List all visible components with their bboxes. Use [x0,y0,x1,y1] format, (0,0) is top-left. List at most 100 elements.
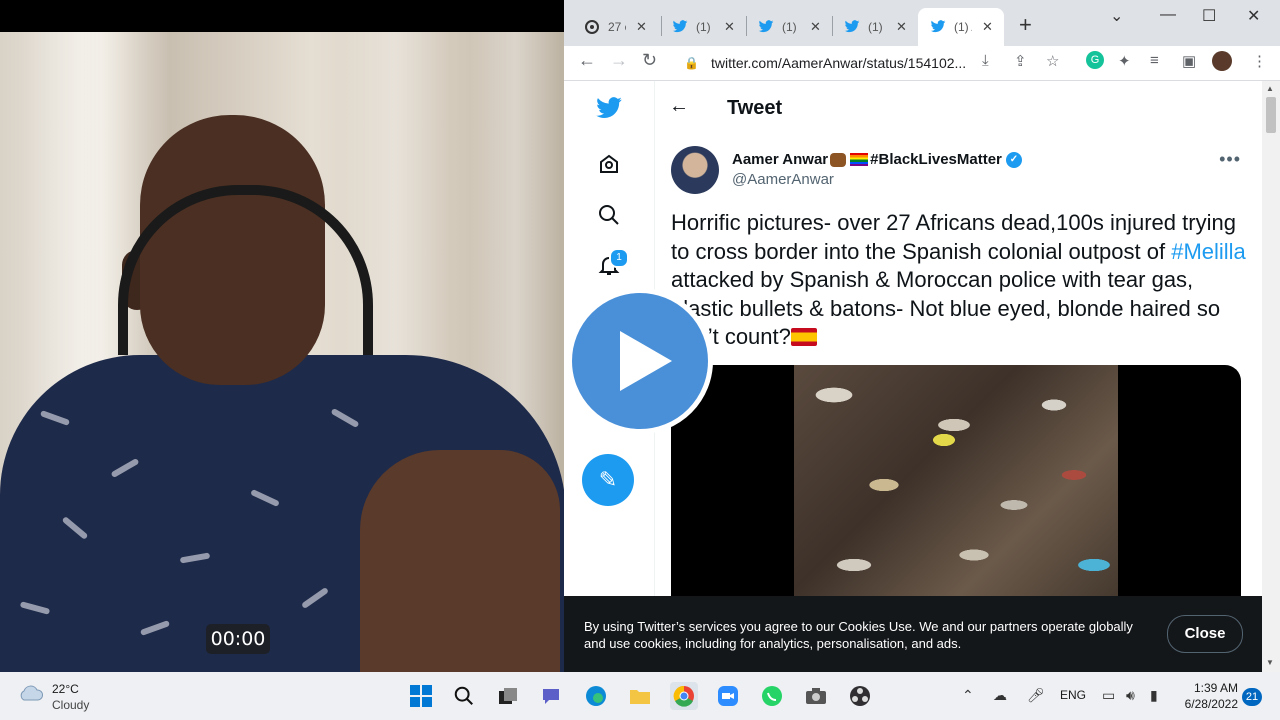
verified-badge-icon: ✓ [1005,151,1022,168]
browser-toolbar: ← → ↻ 🔒 twitter.com/AamerAnwar/status/15… [564,46,1280,81]
compose-tweet-button[interactable]: ✎ [582,454,634,506]
close-tab-icon[interactable]: ✕ [896,19,907,35]
twitter-icon [672,19,688,35]
tweet-text-part: Horrific pictures- over 27 Africans dead… [671,210,1236,264]
maximize-icon[interactable]: ☐ [1202,6,1216,26]
cookie-banner: By using Twitter’s services you agree to… [564,596,1262,672]
extensions-icon[interactable]: ✦ [1118,52,1131,70]
volume-icon[interactable]: 🔊︎ [1126,687,1135,704]
task-view-icon[interactable] [494,682,522,710]
clock-time[interactable]: 1:39 AM [1190,681,1238,695]
tab-title: (1) N [868,20,886,34]
url-text: twitter.com/AamerAnwar/status/154102... [710,55,967,71]
scroll-thumb[interactable] [1266,97,1276,133]
microphone-icon[interactable]: 🎤︎ [1027,687,1045,704]
tab-title: 27 c [608,20,626,34]
tab-strip: 27 c ✕ (1) ( ✕ (1) E ✕ (1) N ✕ (1) A ✕ +… [564,0,1280,46]
webcam-top-bar [0,0,566,32]
windows-start-icon[interactable] [407,682,435,710]
teams-chat-icon[interactable] [538,682,566,710]
weather-temperature[interactable]: 22°C [52,682,79,696]
author-name[interactable]: Aamer Anwar #BlackLivesMatter ✓ [732,151,1022,168]
scroll-up-icon[interactable]: ▲ [1266,84,1274,93]
weather-description[interactable]: Cloudy [52,698,89,712]
cookie-close-button[interactable]: Close [1167,615,1243,653]
tweet-media-image [794,365,1118,605]
taskbar: 22°C Cloudy ⌃ ☁ 🎤︎ ENG ▭ 🔊︎ ▮ 1:39 AM 6/… [0,672,1280,720]
tweet-detail: ← Tweet Aamer Anwar #BlackLivesMatter ✓ … [654,81,1263,672]
scroll-down-icon[interactable]: ▼ [1266,658,1274,667]
browser-tab[interactable]: (1) E ✕ [746,8,830,46]
new-tab-button[interactable]: + [1019,12,1032,38]
person-hand [360,450,560,672]
reload-icon[interactable]: ↻ [642,50,657,71]
back-icon[interactable]: ← [578,50,596,71]
twitter-icon [930,19,946,35]
notification-badge: 1 [609,248,629,268]
close-tab-icon[interactable]: ✕ [982,19,993,35]
search-icon[interactable] [592,198,626,232]
browser-tab-active[interactable]: (1) A ✕ [918,8,1004,46]
cloud-icon[interactable] [18,684,44,702]
onedrive-cloud-icon[interactable]: ☁ [993,687,1007,704]
author-avatar[interactable] [671,146,719,194]
whatsapp-icon[interactable] [758,682,786,710]
taskbar-search-icon[interactable] [450,682,478,710]
webcam-video: 00:00 [0,0,566,672]
tab-title: (1) ( [696,20,714,34]
obs-studio-icon[interactable] [846,682,874,710]
forward-icon[interactable]: → [610,50,628,71]
browser-tab[interactable]: (1) N ✕ [832,8,916,46]
play-button[interactable] [567,288,713,434]
twitter-icon [758,19,774,35]
tweet-text-part: attacked by Spanish & Moroccan police wi… [671,267,1221,349]
chrome-browser-icon[interactable] [670,682,698,710]
profile-avatar[interactable] [1212,51,1232,71]
install-icon[interactable]: ⤓ [982,52,989,69]
close-tab-icon[interactable]: ✕ [810,19,821,35]
feather-plus-icon: ✎ [598,467,618,492]
grammarly-icon[interactable]: G [1086,51,1104,69]
tab-search-icon[interactable]: ⌄ [1110,6,1123,26]
menu-dots-icon[interactable]: ⋮ [1252,52,1267,70]
show-hidden-icons-icon[interactable]: ⌃ [962,687,974,704]
bookmark-star-icon[interactable]: ☆ [1046,52,1059,70]
hashtag-link[interactable]: #Melilla [1171,239,1246,264]
tweet-text: Horrific pictures- over 27 Africans dead… [671,209,1251,352]
twitter-icon [844,19,860,35]
cookie-banner-text: By using Twitter’s services you agree to… [584,619,1133,651]
raised-fist-icon [830,152,847,167]
input-language[interactable]: ENG [1060,688,1086,702]
play-icon [620,331,672,391]
close-tab-icon[interactable]: ✕ [724,19,735,35]
reading-list-icon[interactable]: ≡ [1150,52,1159,69]
minimize-icon[interactable]: — [1160,6,1176,24]
author-handle[interactable]: @AamerAnwar [732,171,834,188]
page-title: Tweet [727,97,783,119]
podcast-icon [584,19,600,35]
network-icon[interactable]: ▭ [1102,687,1115,704]
back-arrow-icon[interactable]: ← [669,95,689,118]
edge-browser-icon[interactable] [582,682,610,710]
twitter-logo-icon[interactable] [592,92,626,126]
clock-date[interactable]: 6/28/2022 [1178,697,1238,711]
video-timer: 00:00 [206,624,270,654]
scrollbar[interactable]: ▲ ▼ [1262,81,1280,672]
lock-icon: 🔒 [684,56,699,70]
file-explorer-icon[interactable] [626,682,654,710]
explore-icon[interactable] [592,147,626,181]
side-panel-icon[interactable]: ▣ [1182,52,1196,70]
browser-tab[interactable]: (1) ( ✕ [660,8,744,46]
close-tab-icon[interactable]: ✕ [636,19,647,35]
notification-center-badge[interactable]: 21 [1242,688,1262,706]
battery-icon[interactable]: ▮ [1150,687,1158,704]
share-icon[interactable]: ⇪ [1014,52,1027,70]
more-options-icon[interactable]: ••• [1219,149,1241,170]
tab-title: (1) A [954,20,972,34]
zoom-icon[interactable] [714,682,742,710]
close-window-icon[interactable]: ✕ [1247,6,1260,26]
camera-app-icon[interactable] [802,682,830,710]
tweet-media[interactable] [671,365,1241,605]
rainbow-flag-icon [850,153,869,166]
browser-tab[interactable]: 27 c ✕ [572,8,658,46]
